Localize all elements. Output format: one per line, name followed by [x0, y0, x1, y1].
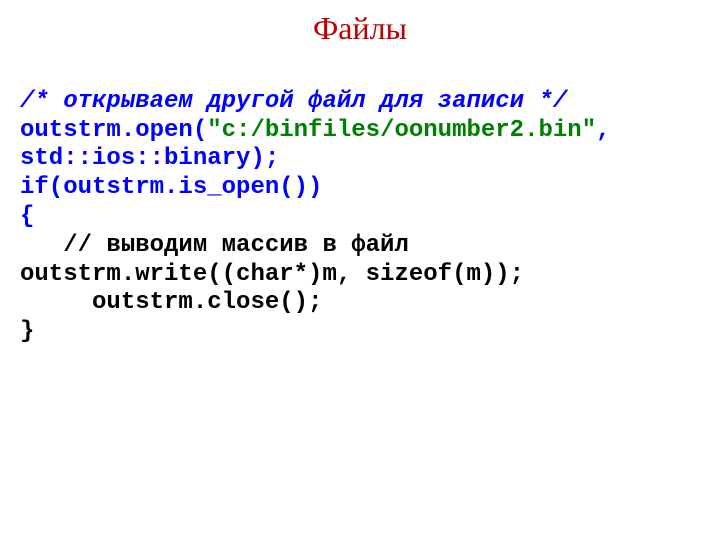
code-comment-open: /* открываем другой файл для записи */ — [20, 88, 567, 115]
code-brace-close: } — [20, 318, 34, 345]
slide-title: Файлы — [0, 0, 720, 59]
code-if-isopen: if(outstrm.is_open()) — [20, 174, 322, 201]
code-block: /* открываем другой файл для записи */ o… — [0, 59, 720, 376]
slide: Файлы /* открываем другой файл для запис… — [0, 0, 720, 540]
code-ios-binary: std::ios::binary); — [20, 145, 279, 172]
code-open-call: outstrm.open( — [20, 117, 207, 144]
code-comment-array: // выводим массив в файл — [20, 232, 409, 259]
code-brace-open: { — [20, 203, 34, 230]
code-open-tail: , — [596, 117, 625, 144]
code-write: outstrm.write((char*)m, sizeof(m)); — [20, 261, 524, 288]
code-close: outstrm.close(); — [20, 289, 322, 316]
code-string-path: "c:/binfiles/oonumber2.bin" — [207, 117, 596, 144]
